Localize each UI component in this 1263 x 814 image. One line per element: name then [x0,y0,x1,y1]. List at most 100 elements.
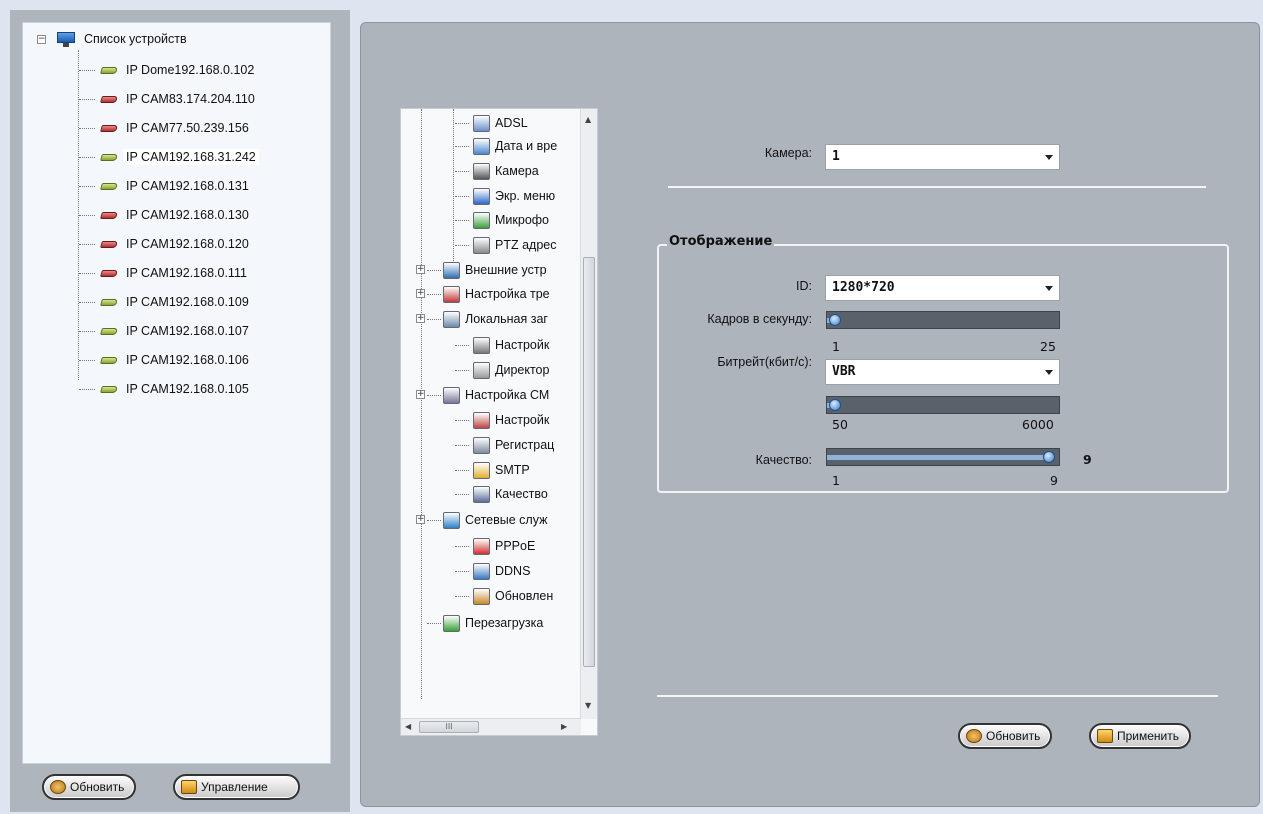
settings-item[interactable]: PTZ адрес [473,234,556,256]
device-item-label: IP CAM192.168.0.130 [126,208,249,222]
bitrate-max-label: 6000 [1022,417,1054,432]
quality-min-label: 1 [832,473,840,488]
settings-tree[interactable]: ADSL Дата и вре Камера Экр. меню Микрофо PTZ … [400,108,598,736]
camera-online-icon [99,297,119,308]
settings-item[interactable]: Камера [473,160,539,182]
settings-item[interactable]: Настройка тре [443,283,550,305]
vertical-scroll-thumb[interactable] [583,257,595,667]
tree-connector [79,244,95,245]
settings-item[interactable]: Микрофо [473,209,549,231]
settings-item[interactable]: ADSL [473,112,528,134]
fps-slider-thumb[interactable] [829,314,841,326]
horizontal-scrollbar[interactable]: ◀ III ▶ [401,718,581,735]
tree-connector [455,445,469,446]
tree-connector [79,186,95,187]
device-item[interactable]: IP Dome192.168.0.102 [99,59,257,81]
camera-online-icon [99,384,119,395]
settings-item[interactable]: Перезагрузка [443,612,543,634]
camera-select-value: 1 [832,149,840,164]
scroll-right-icon[interactable]: ▶ [561,722,567,731]
device-item[interactable]: IP CAM192.168.0.111 [99,262,250,284]
resolution-select-value: 1280*720 [832,280,895,295]
scroll-up-icon[interactable]: ▲ [585,115,591,124]
device-item[interactable]: IP CAM77.50.239.156 [99,117,252,139]
device-item-label: IP CAM192.168.0.120 [126,237,249,251]
resolution-select[interactable]: 1280*720 [825,275,1060,301]
quality-slider-thumb[interactable] [1043,451,1055,463]
device-list-root[interactable]: Список устройств [57,28,190,50]
settings-item-label: Настройк [495,338,550,352]
settings-item[interactable]: Качество [473,483,548,505]
settings-item[interactable]: Регистрац [473,434,554,456]
tree-connector [455,596,469,597]
settings-item-label: Микрофо [495,213,550,227]
settings-item-label: PTZ адрес [495,238,557,252]
refresh-devices-button[interactable]: Обновить [42,774,137,800]
camera-online-icon [99,355,119,366]
settings-item[interactable]: Настройк [473,334,549,356]
tree-connector [427,623,441,624]
camera-select[interactable]: 1 [825,144,1060,170]
device-item[interactable]: IP CAM83.174.204.110 [99,88,258,110]
settings-item[interactable]: SMTP [473,459,530,481]
device-item[interactable]: IP CAM192.168.0.106 [99,349,252,371]
manage-icon [181,780,197,794]
expand-icon[interactable]: + [416,289,425,298]
device-item[interactable]: IP CAM192.168.0.120 [99,233,252,255]
tree-connector [421,109,422,699]
scroll-down-icon[interactable]: ▼ [585,701,591,710]
bitrate-slider-thumb[interactable] [829,399,841,411]
settings-item-label: Сетевые служ [465,513,548,527]
refresh-settings-button[interactable]: Обновить [958,723,1053,749]
settings-item-label: Дата и вре [495,139,558,153]
settings-item[interactable]: Локальная заг [443,308,548,330]
refresh-settings-label: Обновить [986,729,1041,743]
settings-item-label: DDNS [495,564,531,578]
settings-item-label: Экр. меню [495,189,556,203]
expand-icon[interactable]: + [416,390,425,399]
tree-connector [427,319,441,320]
expand-icon[interactable]: + [416,265,425,274]
settings-item[interactable]: Настройк [473,409,549,431]
settings-item[interactable]: Дата и вре [473,135,557,157]
bitrate-mode-value: VBR [832,364,856,379]
bitrate-slider[interactable] [826,396,1060,414]
tree-connector [79,157,95,158]
divider [668,186,1206,188]
device-item[interactable]: IP CAM192.168.0.130 [99,204,252,226]
device-item[interactable]: IP CAM192.168.0.131 [99,175,252,197]
settings-item-label: PPPoE [495,539,536,553]
settings-item[interactable]: Экр. меню [473,185,555,207]
bitrate-mode-select[interactable]: VBR [825,359,1060,385]
device-item[interactable]: IP CAM192.168.31.242 [99,146,259,168]
settings-item-label: Регистрац [495,438,555,452]
ddns-icon [473,563,490,581]
manage-devices-button[interactable]: Управление [173,774,300,800]
device-item-label: IP CAM192.168.0.111 [126,266,247,280]
device-item-label: IP CAM192.168.31.242 [123,149,259,165]
apply-button[interactable]: Применить [1089,723,1192,749]
quality-slider[interactable] [826,448,1060,466]
fps-slider[interactable] [826,311,1060,329]
device-item[interactable]: IP CAM192.168.0.109 [99,291,252,313]
scroll-left-icon[interactable]: ◀ [405,722,411,731]
settings-item[interactable]: Директор [473,359,549,381]
collapse-icon[interactable]: − [37,35,46,44]
expand-icon[interactable]: + [416,515,425,524]
settings-item[interactable]: DDNS [473,560,530,582]
expand-icon[interactable]: + [416,314,425,323]
horizontal-scroll-thumb[interactable]: III [419,721,479,733]
device-tree[interactable]: − Список устройств IP Dome192.168.0.102 I… [22,22,331,764]
vertical-scrollbar[interactable]: ▲ ▼ [580,109,597,719]
device-item[interactable]: IP CAM192.168.0.107 [99,320,252,342]
settings-item[interactable]: Внешние устр [443,259,547,281]
settings-item[interactable]: Обновлен [473,585,553,607]
settings-item[interactable]: PPPoE [473,535,535,557]
settings-item-label: Настройка СМ [465,388,550,402]
settings-item[interactable]: Сетевые служ [443,509,547,531]
settings-item[interactable]: Настройка СМ [443,384,549,406]
tree-connector [455,220,469,221]
apply-label: Применить [1117,729,1180,743]
tree-connector [453,109,454,279]
device-item[interactable]: IP CAM192.168.0.105 [99,378,252,400]
